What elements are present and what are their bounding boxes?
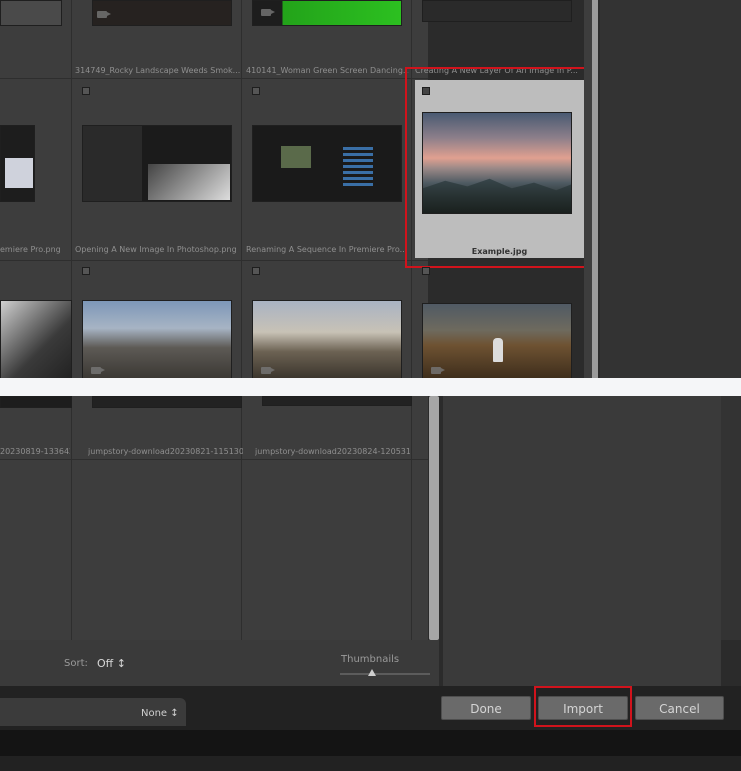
- cancel-button[interactable]: Cancel: [635, 696, 724, 720]
- overlay-bar: [0, 378, 741, 396]
- thumbnail-image[interactable]: [0, 125, 35, 202]
- select-checkbox[interactable]: [82, 267, 90, 275]
- footer-strip: [0, 730, 741, 756]
- thumbnail-video[interactable]: [252, 300, 402, 380]
- select-checkbox[interactable]: [252, 87, 260, 95]
- video-icon: [431, 367, 445, 374]
- thumbnail-image[interactable]: [82, 125, 232, 202]
- thumbnail-filename: 20230819-133642...: [0, 447, 70, 456]
- video-icon: [97, 11, 111, 18]
- thumbnail-image[interactable]: [422, 0, 572, 22]
- slider-handle[interactable]: [368, 669, 376, 676]
- preset-tab[interactable]: None ↕: [0, 698, 186, 726]
- sort-label: Sort:: [64, 658, 88, 669]
- thumbnail-filename: emiere Pro.png: [0, 245, 61, 254]
- select-checkbox[interactable]: [422, 267, 430, 275]
- thumbnail-video[interactable]: [422, 303, 572, 380]
- preset-select[interactable]: None ↕: [141, 708, 179, 719]
- thumbnail-filename: 314749_Rocky Landscape Weeds Smok...: [75, 66, 240, 75]
- thumbnail-image[interactable]: [92, 396, 242, 408]
- thumbnail-image[interactable]: [0, 396, 72, 408]
- thumbnail-video[interactable]: [82, 300, 232, 380]
- thumbnail-filename: jumpstory-download20230824-120531...: [255, 447, 410, 456]
- grid-divider: [0, 260, 428, 261]
- thumbnail-filename: 410141_Woman Green Screen Dancing...: [246, 66, 409, 75]
- video-icon: [91, 367, 105, 374]
- grid-divider: [241, 0, 242, 640]
- thumbnail-filename: Renaming A Sequence In Premiere Pro...: [246, 245, 408, 254]
- highlight-box: [405, 67, 589, 268]
- thumbnail-video[interactable]: [92, 0, 232, 26]
- thumbnail-image[interactable]: [0, 0, 62, 26]
- done-button[interactable]: Done: [441, 696, 531, 720]
- vertical-scrollbar[interactable]: [592, 0, 598, 378]
- grid-scrollbar[interactable]: [429, 396, 439, 640]
- screenshot-canvas: [148, 164, 230, 200]
- highlight-box: [534, 686, 632, 727]
- grid-divider: [0, 459, 428, 460]
- thumbnail-size-slider[interactable]: [340, 673, 430, 675]
- select-checkbox[interactable]: [252, 267, 260, 275]
- figure-silhouette: [493, 338, 503, 362]
- grid-divider: [0, 78, 428, 79]
- thumbnail-filename: Opening A New Image In Photoshop.png: [75, 245, 237, 254]
- video-icon: [261, 367, 275, 374]
- grid-toolbar: Sort: Off ↕ Thumbnails: [0, 640, 439, 686]
- screenshot-menu: [5, 158, 33, 188]
- thumbnail-video[interactable]: [252, 0, 402, 26]
- side-panel: [443, 396, 721, 686]
- thumbnail-filename: jumpstory-download20230821-115130...: [88, 447, 243, 456]
- thumbnail-image[interactable]: [0, 300, 72, 380]
- screenshot-preview: [281, 146, 311, 168]
- sort-select[interactable]: Off ↕: [97, 657, 126, 670]
- thumbnails-label: Thumbnails: [341, 654, 400, 665]
- thumbnail-image[interactable]: [252, 125, 402, 202]
- select-checkbox[interactable]: [82, 87, 90, 95]
- screenshot-panel: [343, 146, 373, 186]
- gutter: [584, 0, 592, 378]
- video-icon: [261, 9, 275, 16]
- thumbnail-image[interactable]: [262, 396, 412, 406]
